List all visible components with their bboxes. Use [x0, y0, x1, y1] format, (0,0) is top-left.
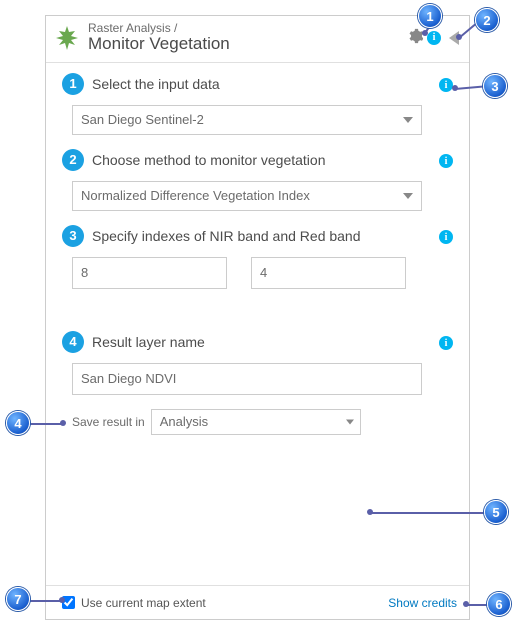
dropdown-value: San Diego Sentinel-2: [81, 112, 204, 127]
section-band-indexes: 3 Specify indexes of NIR band and Red ba…: [62, 225, 453, 289]
section-method: 2 Choose method to monitor vegetation i …: [62, 149, 453, 211]
use-current-extent-label: Use current map extent: [81, 596, 206, 610]
callout-badge: 2: [475, 8, 499, 32]
save-result-dropdown[interactable]: Analysis: [151, 409, 361, 435]
back-icon[interactable]: [449, 31, 459, 45]
chevron-down-icon: [346, 419, 354, 424]
show-credits-link[interactable]: Show credits: [388, 596, 457, 610]
info-icon[interactable]: i: [439, 154, 453, 168]
section-result-layer: 4 Result layer name i San Diego NDVI Sav…: [62, 331, 453, 435]
leaf-icon: [52, 23, 82, 53]
step-number: 2: [62, 149, 84, 171]
section-label: Select the input data: [92, 76, 431, 92]
info-icon[interactable]: i: [439, 230, 453, 244]
callout-badge: 6: [487, 592, 511, 616]
use-current-extent-checkbox[interactable]: [62, 596, 75, 609]
step-number: 4: [62, 331, 84, 353]
step-number: 3: [62, 225, 84, 247]
info-icon[interactable]: i: [427, 31, 441, 45]
input-value: San Diego NDVI: [81, 371, 176, 386]
info-icon[interactable]: i: [439, 78, 453, 92]
panel-footer: Use current map extent Show credits: [46, 585, 469, 619]
panel-header: Raster Analysis / Monitor Vegetation i: [46, 16, 469, 63]
input-value: 4: [260, 265, 267, 280]
callout-badge: 3: [483, 74, 507, 98]
nir-band-input[interactable]: 8: [72, 257, 227, 289]
step-number: 1: [62, 73, 84, 95]
panel-body: 1 Select the input data i San Diego Sent…: [46, 63, 469, 435]
gear-icon[interactable]: [407, 28, 423, 47]
chevron-down-icon: [403, 193, 413, 199]
red-band-input[interactable]: 4: [251, 257, 406, 289]
section-label: Result layer name: [92, 334, 431, 350]
info-icon[interactable]: i: [439, 336, 453, 350]
callout-badge: 4: [6, 411, 30, 435]
input-data-dropdown[interactable]: San Diego Sentinel-2: [72, 105, 422, 135]
section-label: Choose method to monitor vegetation: [92, 152, 431, 168]
method-dropdown[interactable]: Normalized Difference Vegetation Index: [72, 181, 422, 211]
callout-badge: 5: [484, 500, 508, 524]
section-input-data: 1 Select the input data i San Diego Sent…: [62, 73, 453, 135]
chevron-down-icon: [403, 117, 413, 123]
section-label: Specify indexes of NIR band and Red band: [92, 228, 431, 244]
page-title: Monitor Vegetation: [88, 35, 401, 54]
analysis-panel: Raster Analysis / Monitor Vegetation i 1…: [45, 15, 470, 620]
dropdown-value: Normalized Difference Vegetation Index: [81, 188, 310, 203]
callout-badge: 7: [6, 587, 30, 611]
save-result-label: Save result in: [72, 415, 145, 429]
result-layer-name-input[interactable]: San Diego NDVI: [72, 363, 422, 395]
input-value: 8: [81, 265, 88, 280]
dropdown-value: Analysis: [160, 414, 208, 429]
